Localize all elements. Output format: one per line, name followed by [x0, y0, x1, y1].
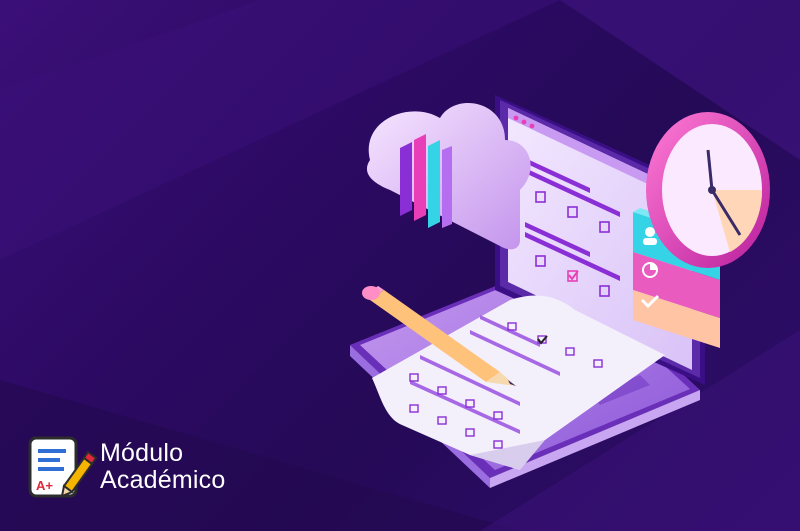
brand-line-1: Módulo — [100, 439, 184, 467]
document-pencil-icon: A+ — [28, 436, 98, 498]
banner: A+ Módulo Académico — [0, 0, 800, 531]
brand-title: Módulo Académico — [100, 440, 225, 494]
clock-icon — [646, 112, 770, 268]
brand-line-2: Académico — [100, 466, 226, 494]
logo-badge: A+ — [36, 478, 53, 493]
